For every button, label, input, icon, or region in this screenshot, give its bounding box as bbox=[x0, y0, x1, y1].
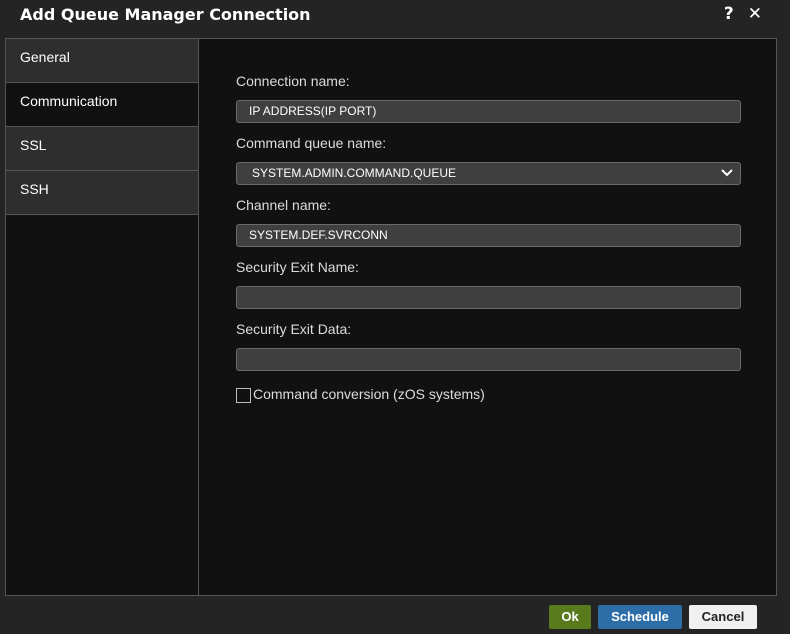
command-queue-select[interactable]: SYSTEM.ADMIN.COMMAND.QUEUE bbox=[236, 162, 741, 185]
security-exit-data-label: Security Exit Data: bbox=[236, 321, 352, 337]
tab-communication[interactable]: Communication bbox=[6, 83, 198, 127]
connection-name-label: Connection name: bbox=[236, 73, 350, 89]
channel-name-label: Channel name: bbox=[236, 197, 331, 213]
cancel-button[interactable]: Cancel bbox=[689, 605, 757, 629]
dialog-titlebar: Add Queue Manager Connection ? ✕ bbox=[0, 0, 790, 30]
ok-button[interactable]: Ok bbox=[549, 605, 591, 629]
schedule-button[interactable]: Schedule bbox=[598, 605, 682, 629]
help-icon[interactable]: ? bbox=[724, 4, 734, 24]
close-icon[interactable]: ✕ bbox=[748, 4, 762, 24]
command-conversion-row: Command conversion (zOS systems) bbox=[236, 384, 485, 403]
communication-panel: Connection name: IP ADDRESS(IP PORT) Com… bbox=[199, 39, 776, 595]
dialog-title: Add Queue Manager Connection bbox=[20, 5, 311, 24]
chevron-down-icon bbox=[721, 169, 733, 177]
tab-ssh[interactable]: SSH bbox=[6, 171, 198, 215]
security-exit-name-label: Security Exit Name: bbox=[236, 259, 359, 275]
tab-ssl[interactable]: SSL bbox=[6, 127, 198, 171]
dialog-body: General Communication SSL SSH Connection… bbox=[5, 38, 777, 596]
security-exit-data-field[interactable] bbox=[236, 348, 741, 371]
security-exit-name-field[interactable] bbox=[236, 286, 741, 309]
tab-sidebar: General Communication SSL SSH bbox=[6, 39, 199, 595]
command-conversion-checkbox[interactable] bbox=[236, 388, 251, 403]
title-icons: ? ✕ bbox=[724, 4, 762, 24]
command-conversion-label: Command conversion (zOS systems) bbox=[253, 385, 485, 402]
command-queue-label: Command queue name: bbox=[236, 135, 387, 151]
connection-name-field[interactable]: IP ADDRESS(IP PORT) bbox=[236, 100, 741, 123]
tab-general[interactable]: General bbox=[6, 39, 198, 83]
channel-name-field[interactable]: SYSTEM.DEF.SVRCONN bbox=[236, 224, 741, 247]
command-queue-value: SYSTEM.ADMIN.COMMAND.QUEUE bbox=[252, 166, 457, 180]
